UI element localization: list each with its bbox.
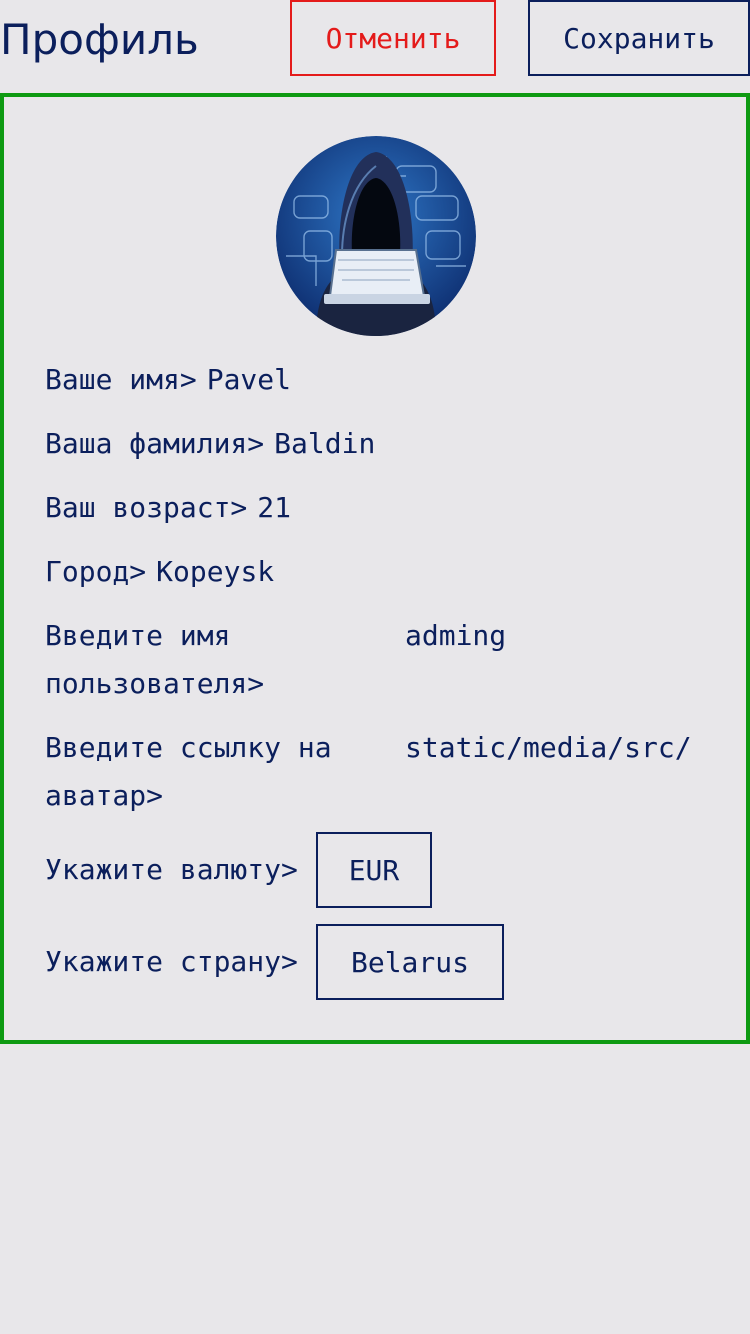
- last-name-row: Ваша фамилия> Baldin: [45, 420, 375, 468]
- country-label: Укажите страну>: [45, 945, 298, 978]
- cancel-button[interactable]: Отменить: [290, 0, 496, 76]
- city-value[interactable]: Kopeysk: [156, 555, 274, 588]
- avatar-link-input[interactable]: static/media/src/: [405, 724, 692, 772]
- last-name-label: Ваша фамилия>: [45, 427, 265, 460]
- country-select[interactable]: Belarus: [316, 924, 504, 1000]
- profile-panel: Ваше имя> Pavel Ваша фамилия> Baldin Ваш в…: [0, 93, 750, 1044]
- currency-select[interactable]: EUR: [316, 832, 432, 908]
- city-label: Город>: [45, 555, 147, 588]
- save-button[interactable]: Сохранить: [528, 0, 750, 76]
- avatar-link-label: Введите ссылку на аватар>: [45, 731, 332, 812]
- username-label: Введите имя пользователя>: [45, 619, 265, 700]
- username-input[interactable]: adming: [405, 612, 506, 660]
- age-value[interactable]: 21: [257, 491, 291, 524]
- first-name-label: Ваше имя>: [45, 363, 197, 396]
- first-name-value[interactable]: Pavel: [207, 363, 291, 396]
- last-name-value[interactable]: Baldin: [274, 427, 375, 460]
- hooded-hacker-icon: [276, 136, 476, 336]
- age-row: Ваш возраст> 21: [45, 484, 291, 532]
- avatar: [276, 136, 476, 336]
- city-row: Город> Kopeysk: [45, 548, 274, 596]
- page-title: Профиль: [0, 15, 199, 64]
- first-name-row: Ваше имя> Pavel: [45, 356, 291, 404]
- currency-label: Укажите валюту>: [45, 853, 298, 886]
- age-label: Ваш возраст>: [45, 491, 248, 524]
